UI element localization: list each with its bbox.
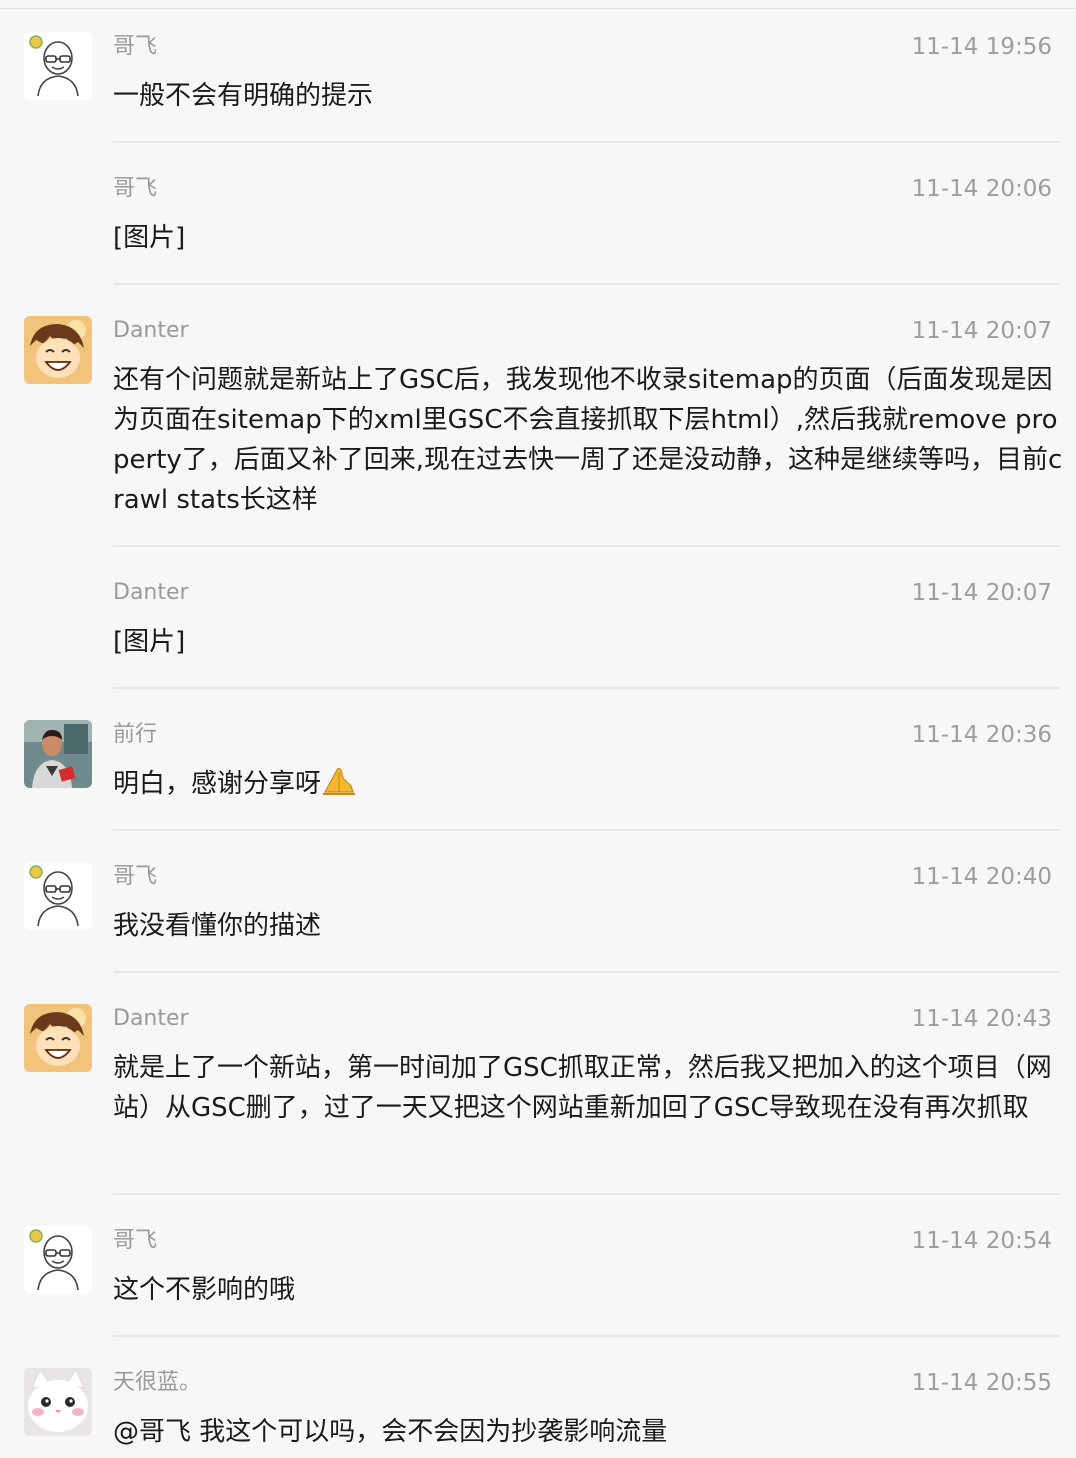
message-divider bbox=[113, 283, 1060, 285]
chat-message: Danter 11-14 20:07 还有个问题就是新站上了GSC后，我发现他不… bbox=[0, 292, 1076, 547]
bald-man-glasses-avatar[interactable] bbox=[24, 862, 92, 930]
message-divider bbox=[113, 141, 1060, 143]
message-text: 明白，感谢分享呀 bbox=[113, 769, 322, 799]
message-divider bbox=[113, 545, 1060, 547]
sender-name[interactable]: 哥飞 bbox=[113, 32, 157, 62]
message-time: 11-14 20:07 bbox=[911, 580, 1052, 606]
message-text: 我没看懂你的描述 bbox=[113, 911, 322, 941]
chat-message: Danter 11-14 20:43 就是上了一个新站，第一时间加了GSC抓取正… bbox=[0, 980, 1076, 1195]
image-placeholder-text[interactable]: [图片] bbox=[113, 622, 1063, 662]
sender-name[interactable]: Danter bbox=[113, 1004, 189, 1034]
image-placeholder-text[interactable]: [图片] bbox=[113, 218, 1063, 258]
message-divider bbox=[113, 971, 1060, 973]
message-time: 11-14 20:07 bbox=[911, 318, 1052, 344]
chat-message: 哥飞 11-14 19:56 一般不会有明确的提示 bbox=[0, 8, 1076, 143]
sender-name[interactable]: 哥飞 bbox=[113, 1226, 157, 1256]
chat-message: 天很蓝。 11-14 20:55 @哥飞 我这个可以吗，会不会因为抄袭影响流量 bbox=[0, 1344, 1076, 1458]
sender-name[interactable]: Danter bbox=[113, 578, 189, 608]
message-divider bbox=[113, 829, 1060, 831]
message-divider bbox=[113, 1193, 1060, 1195]
message-divider bbox=[113, 1335, 1060, 1337]
message-time: 11-14 20:54 bbox=[911, 1228, 1052, 1254]
message-time: 11-14 20:40 bbox=[911, 864, 1052, 890]
message-divider bbox=[113, 687, 1060, 689]
sender-name[interactable]: Danter bbox=[113, 316, 189, 346]
message-time: 11-14 20:55 bbox=[911, 1370, 1052, 1396]
chat-message: 哥飞 11-14 20:54 这个不影响的哦 bbox=[0, 1202, 1076, 1337]
message-text: @哥飞 我这个可以吗，会不会因为抄袭影响流量 bbox=[113, 1417, 668, 1447]
chat-message: 哥飞 11-14 20:40 我没看懂你的描述 bbox=[0, 838, 1076, 973]
chat-message: Danter 11-14 20:07 [图片] bbox=[0, 554, 1076, 689]
bald-man-glasses-avatar[interactable] bbox=[24, 32, 92, 100]
sender-name[interactable]: 前行 bbox=[113, 720, 157, 750]
white-kitten-avatar[interactable] bbox=[24, 1368, 92, 1436]
sender-name[interactable]: 天很蓝。 bbox=[113, 1368, 201, 1398]
message-text: 一般不会有明确的提示 bbox=[113, 81, 374, 111]
message-text: 这个不影响的哦 bbox=[113, 1275, 296, 1305]
smiling-anime-boy-avatar[interactable] bbox=[24, 316, 92, 384]
message-text: 还有个问题就是新站上了GSC后，我发现他不收录sitemap的页面（后面发现是因… bbox=[113, 365, 1063, 515]
message-time: 11-14 20:06 bbox=[911, 176, 1052, 202]
chat-message: 哥飞 11-14 20:06 [图片] bbox=[0, 150, 1076, 285]
message-text-with-emoji: 明白，感谢分享呀 bbox=[113, 764, 1063, 808]
message-time: 11-14 19:56 bbox=[911, 34, 1052, 60]
man-photo-avatar[interactable] bbox=[24, 720, 92, 788]
praying-hands-icon bbox=[321, 764, 357, 808]
message-time: 11-14 20:43 bbox=[911, 1006, 1052, 1032]
sender-name[interactable]: 哥飞 bbox=[113, 174, 157, 204]
message-text: 就是上了一个新站，第一时间加了GSC抓取正常，然后我又把加入的这个项目（网站）从… bbox=[113, 1053, 1052, 1123]
bald-man-glasses-avatar[interactable] bbox=[24, 1226, 92, 1294]
chat-message: 前行 11-14 20:36 明白，感谢分享呀 bbox=[0, 696, 1076, 831]
message-time: 11-14 20:36 bbox=[911, 722, 1052, 748]
sender-name[interactable]: 哥飞 bbox=[113, 862, 157, 892]
smiling-anime-boy-avatar[interactable] bbox=[24, 1004, 92, 1072]
